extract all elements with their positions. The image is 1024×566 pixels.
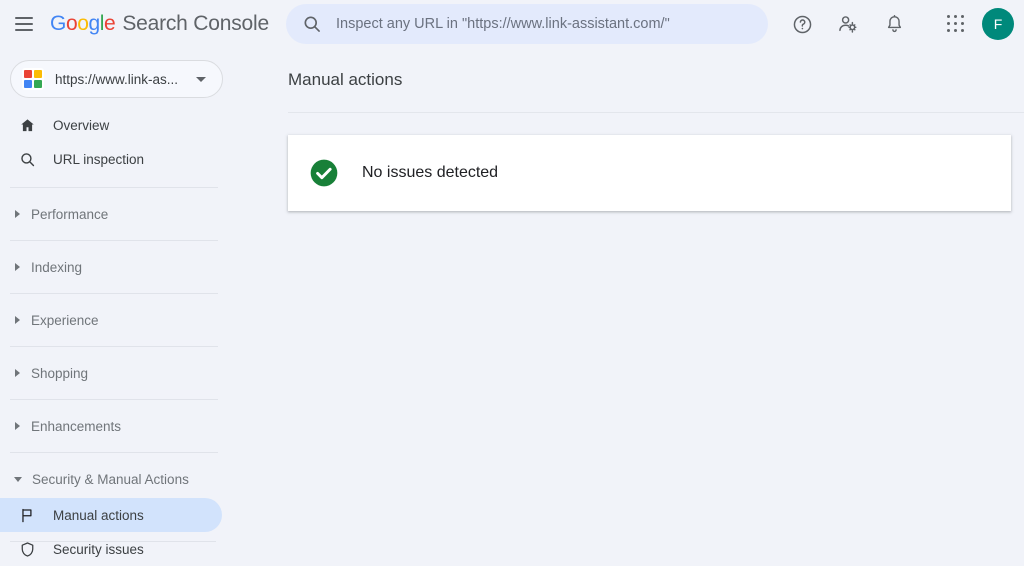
chevron-right-icon <box>15 369 20 377</box>
sidebar-item-url-inspection[interactable]: URL inspection <box>0 142 222 176</box>
sidebar: https://www.link-as... Overview URL insp… <box>0 48 240 544</box>
account-settings-icon[interactable] <box>830 6 866 42</box>
chevron-right-icon <box>15 263 20 271</box>
app-header: Google Search Console Inspect any URL in… <box>0 0 1024 48</box>
sidebar-item-label: URL inspection <box>53 152 144 167</box>
product-name: Search Console <box>122 12 269 36</box>
sidebar-divider <box>10 399 218 400</box>
main-content: Manual actions No issues detected <box>240 48 1024 544</box>
help-icon[interactable] <box>784 6 820 42</box>
status-card: No issues detected <box>288 135 1011 211</box>
google-wordmark: Google <box>50 12 115 36</box>
chevron-right-icon <box>15 210 20 218</box>
sidebar-divider <box>10 541 216 542</box>
sidebar-section-label: Enhancements <box>31 419 121 434</box>
sidebar-section-label: Shopping <box>31 366 88 381</box>
brand-logo[interactable]: Google Search Console <box>50 12 269 36</box>
search-icon <box>17 151 37 168</box>
hamburger-line <box>15 17 33 19</box>
sidebar-divider <box>10 452 218 453</box>
sidebar-item-label: Overview <box>53 118 109 133</box>
property-label: https://www.link-as... <box>55 72 196 87</box>
apps-grid-icon[interactable] <box>938 6 974 42</box>
header-actions: F <box>784 0 1024 48</box>
search-icon <box>302 14 322 34</box>
notifications-bell-icon[interactable] <box>876 6 912 42</box>
sidebar-item-manual-actions[interactable]: Manual actions <box>0 498 222 532</box>
sidebar-divider <box>10 187 218 188</box>
sidebar-section-indexing[interactable]: Indexing <box>0 252 240 282</box>
page-title: Manual actions <box>240 48 1024 90</box>
sidebar-section-shopping[interactable]: Shopping <box>0 358 240 388</box>
property-selector[interactable]: https://www.link-as... <box>10 60 223 98</box>
flag-icon <box>17 507 37 524</box>
sidebar-nav: Overview URL inspection Performance Inde… <box>0 108 240 566</box>
sidebar-item-security-issues[interactable]: Security issues <box>0 532 222 566</box>
status-message: No issues detected <box>362 164 498 182</box>
sidebar-section-performance[interactable]: Performance <box>0 199 240 229</box>
sidebar-divider <box>10 346 218 347</box>
hamburger-menu-icon[interactable] <box>12 12 36 36</box>
sidebar-section-label: Indexing <box>31 260 82 275</box>
sidebar-item-overview[interactable]: Overview <box>0 108 222 142</box>
sidebar-section-experience[interactable]: Experience <box>0 305 240 335</box>
hamburger-line <box>15 29 33 31</box>
chevron-right-icon <box>15 422 20 430</box>
check-circle-icon <box>308 157 340 189</box>
url-inspection-search-bar[interactable]: Inspect any URL in "https://www.link-ass… <box>286 4 768 44</box>
chevron-down-icon <box>14 477 22 482</box>
home-icon <box>17 117 37 134</box>
shield-icon <box>17 541 37 558</box>
sidebar-section-enhancements[interactable]: Enhancements <box>0 411 240 441</box>
search-console-property-icon <box>22 68 44 90</box>
search-placeholder: Inspect any URL in "https://www.link-ass… <box>336 16 670 32</box>
sidebar-section-label: Performance <box>31 207 108 222</box>
sidebar-section-label: Experience <box>31 313 99 328</box>
avatar[interactable]: F <box>982 8 1014 40</box>
apps-grid-dots <box>947 15 965 33</box>
sidebar-item-label: Manual actions <box>53 508 144 523</box>
hamburger-line <box>15 23 33 25</box>
sidebar-divider <box>10 240 218 241</box>
title-divider <box>288 112 1024 113</box>
sidebar-section-security-manual-actions[interactable]: Security & Manual Actions <box>0 464 240 494</box>
chevron-down-icon <box>196 77 206 82</box>
sidebar-section-label: Security & Manual Actions <box>32 472 189 487</box>
sidebar-divider <box>10 293 218 294</box>
chevron-right-icon <box>15 316 20 324</box>
